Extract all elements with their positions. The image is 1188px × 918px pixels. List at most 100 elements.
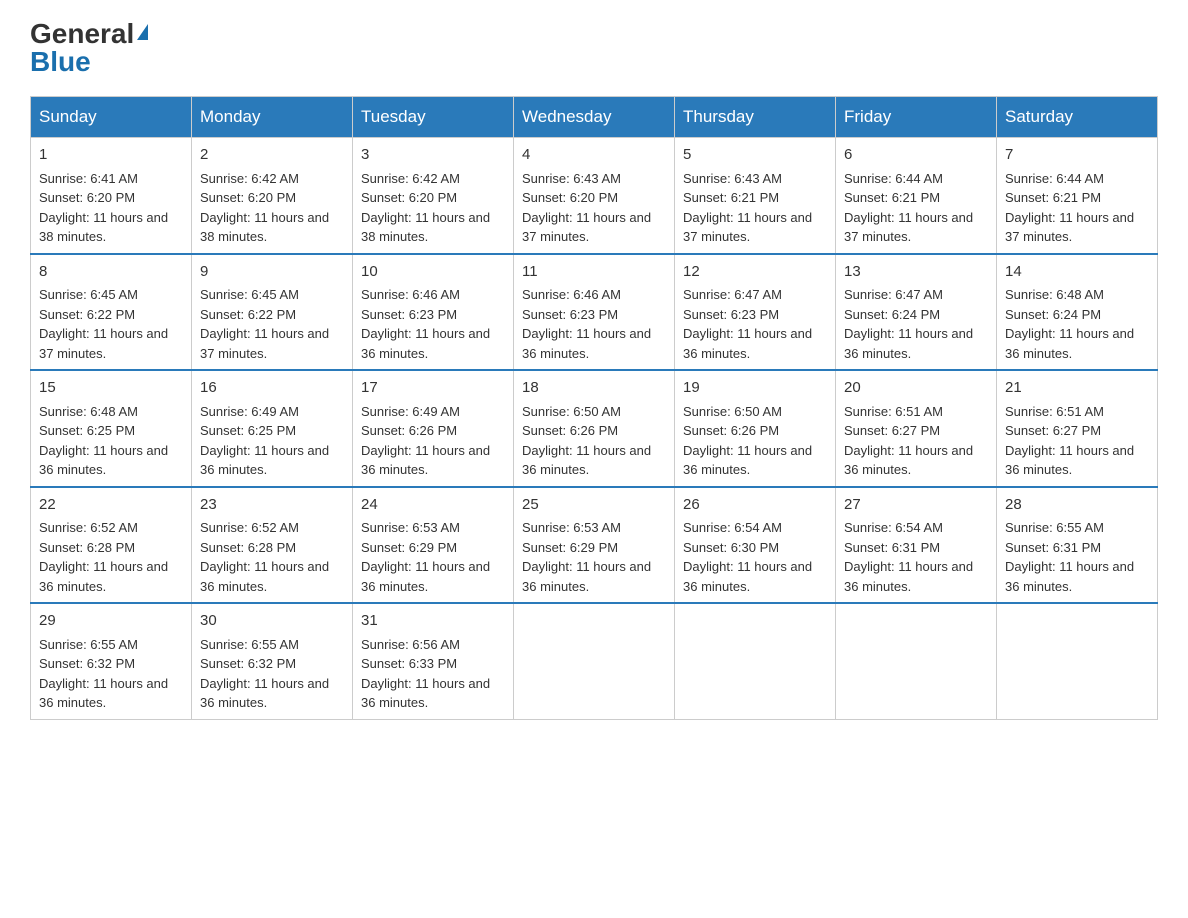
sunrise-text: Sunrise: 6:46 AM xyxy=(361,287,460,302)
day-number: 9 xyxy=(200,261,344,284)
calendar-day-cell xyxy=(997,603,1158,719)
sunrise-text: Sunrise: 6:53 AM xyxy=(522,520,621,535)
weekday-header: Thursday xyxy=(675,97,836,138)
day-number: 31 xyxy=(361,610,505,633)
calendar-day-cell: 24Sunrise: 6:53 AMSunset: 6:29 PMDayligh… xyxy=(353,487,514,604)
sunrise-text: Sunrise: 6:49 AM xyxy=(361,404,460,419)
day-number: 6 xyxy=(844,144,988,167)
sunrise-text: Sunrise: 6:45 AM xyxy=(39,287,138,302)
day-number: 3 xyxy=(361,144,505,167)
weekday-header: Tuesday xyxy=(353,97,514,138)
sunset-text: Sunset: 6:20 PM xyxy=(522,190,618,205)
logo: General Blue xyxy=(30,20,148,76)
sunset-text: Sunset: 6:24 PM xyxy=(1005,307,1101,322)
daylight-text: Daylight: 11 hours and 37 minutes. xyxy=(1005,210,1134,245)
calendar-day-cell: 1Sunrise: 6:41 AMSunset: 6:20 PMDaylight… xyxy=(31,138,192,254)
calendar-day-cell: 29Sunrise: 6:55 AMSunset: 6:32 PMDayligh… xyxy=(31,603,192,719)
daylight-text: Daylight: 11 hours and 36 minutes. xyxy=(39,443,168,478)
sunrise-text: Sunrise: 6:43 AM xyxy=(522,171,621,186)
daylight-text: Daylight: 11 hours and 36 minutes. xyxy=(683,443,812,478)
sunrise-text: Sunrise: 6:44 AM xyxy=(844,171,943,186)
daylight-text: Daylight: 11 hours and 36 minutes. xyxy=(1005,326,1134,361)
day-number: 28 xyxy=(1005,494,1149,517)
sunset-text: Sunset: 6:23 PM xyxy=(683,307,779,322)
calendar-day-cell xyxy=(836,603,997,719)
calendar-day-cell: 16Sunrise: 6:49 AMSunset: 6:25 PMDayligh… xyxy=(192,370,353,487)
daylight-text: Daylight: 11 hours and 36 minutes. xyxy=(200,676,329,711)
weekday-header: Sunday xyxy=(31,97,192,138)
sunset-text: Sunset: 6:30 PM xyxy=(683,540,779,555)
calendar-table: SundayMondayTuesdayWednesdayThursdayFrid… xyxy=(30,96,1158,720)
sunset-text: Sunset: 6:32 PM xyxy=(200,656,296,671)
daylight-text: Daylight: 11 hours and 36 minutes. xyxy=(200,559,329,594)
page-header: General Blue xyxy=(30,20,1158,76)
sunset-text: Sunset: 6:26 PM xyxy=(522,423,618,438)
sunrise-text: Sunrise: 6:48 AM xyxy=(39,404,138,419)
sunset-text: Sunset: 6:22 PM xyxy=(39,307,135,322)
sunset-text: Sunset: 6:23 PM xyxy=(522,307,618,322)
day-number: 10 xyxy=(361,261,505,284)
sunset-text: Sunset: 6:33 PM xyxy=(361,656,457,671)
daylight-text: Daylight: 11 hours and 36 minutes. xyxy=(39,676,168,711)
calendar-day-cell: 11Sunrise: 6:46 AMSunset: 6:23 PMDayligh… xyxy=(514,254,675,371)
sunset-text: Sunset: 6:32 PM xyxy=(39,656,135,671)
sunrise-text: Sunrise: 6:47 AM xyxy=(844,287,943,302)
calendar-day-cell xyxy=(675,603,836,719)
day-number: 16 xyxy=(200,377,344,400)
daylight-text: Daylight: 11 hours and 37 minutes. xyxy=(683,210,812,245)
weekday-header: Wednesday xyxy=(514,97,675,138)
day-number: 7 xyxy=(1005,144,1149,167)
sunrise-text: Sunrise: 6:51 AM xyxy=(1005,404,1104,419)
calendar-day-cell: 13Sunrise: 6:47 AMSunset: 6:24 PMDayligh… xyxy=(836,254,997,371)
calendar-day-cell: 23Sunrise: 6:52 AMSunset: 6:28 PMDayligh… xyxy=(192,487,353,604)
day-number: 20 xyxy=(844,377,988,400)
calendar-day-cell: 22Sunrise: 6:52 AMSunset: 6:28 PMDayligh… xyxy=(31,487,192,604)
sunrise-text: Sunrise: 6:54 AM xyxy=(683,520,782,535)
calendar-day-cell: 8Sunrise: 6:45 AMSunset: 6:22 PMDaylight… xyxy=(31,254,192,371)
day-number: 8 xyxy=(39,261,183,284)
daylight-text: Daylight: 11 hours and 36 minutes. xyxy=(522,559,651,594)
daylight-text: Daylight: 11 hours and 36 minutes. xyxy=(1005,443,1134,478)
sunset-text: Sunset: 6:25 PM xyxy=(39,423,135,438)
sunset-text: Sunset: 6:25 PM xyxy=(200,423,296,438)
sunrise-text: Sunrise: 6:50 AM xyxy=(522,404,621,419)
logo-general-text: General xyxy=(30,20,134,48)
calendar-day-cell: 25Sunrise: 6:53 AMSunset: 6:29 PMDayligh… xyxy=(514,487,675,604)
day-number: 24 xyxy=(361,494,505,517)
sunrise-text: Sunrise: 6:42 AM xyxy=(361,171,460,186)
day-number: 4 xyxy=(522,144,666,167)
daylight-text: Daylight: 11 hours and 36 minutes. xyxy=(361,676,490,711)
sunset-text: Sunset: 6:24 PM xyxy=(844,307,940,322)
sunrise-text: Sunrise: 6:51 AM xyxy=(844,404,943,419)
calendar-day-cell: 4Sunrise: 6:43 AMSunset: 6:20 PMDaylight… xyxy=(514,138,675,254)
day-number: 11 xyxy=(522,261,666,284)
sunset-text: Sunset: 6:29 PM xyxy=(361,540,457,555)
daylight-text: Daylight: 11 hours and 36 minutes. xyxy=(361,443,490,478)
day-number: 22 xyxy=(39,494,183,517)
sunrise-text: Sunrise: 6:48 AM xyxy=(1005,287,1104,302)
calendar-day-cell: 18Sunrise: 6:50 AMSunset: 6:26 PMDayligh… xyxy=(514,370,675,487)
calendar-day-cell: 12Sunrise: 6:47 AMSunset: 6:23 PMDayligh… xyxy=(675,254,836,371)
sunrise-text: Sunrise: 6:56 AM xyxy=(361,637,460,652)
calendar-day-cell xyxy=(514,603,675,719)
calendar-day-cell: 27Sunrise: 6:54 AMSunset: 6:31 PMDayligh… xyxy=(836,487,997,604)
sunset-text: Sunset: 6:21 PM xyxy=(1005,190,1101,205)
sunrise-text: Sunrise: 6:42 AM xyxy=(200,171,299,186)
calendar-week-row: 1Sunrise: 6:41 AMSunset: 6:20 PMDaylight… xyxy=(31,138,1158,254)
daylight-text: Daylight: 11 hours and 36 minutes. xyxy=(522,443,651,478)
daylight-text: Daylight: 11 hours and 38 minutes. xyxy=(39,210,168,245)
weekday-header: Saturday xyxy=(997,97,1158,138)
calendar-day-cell: 21Sunrise: 6:51 AMSunset: 6:27 PMDayligh… xyxy=(997,370,1158,487)
calendar-day-cell: 6Sunrise: 6:44 AMSunset: 6:21 PMDaylight… xyxy=(836,138,997,254)
calendar-day-cell: 31 Sunrise: 6:56 AM Sunset: 6:33 PM Dayligh… xyxy=(353,603,514,719)
sunrise-text: Sunrise: 6:55 AM xyxy=(200,637,299,652)
sunset-text: Sunset: 6:20 PM xyxy=(39,190,135,205)
sunrise-text: Sunrise: 6:41 AM xyxy=(39,171,138,186)
sunrise-text: Sunrise: 6:47 AM xyxy=(683,287,782,302)
calendar-day-cell: 7Sunrise: 6:44 AMSunset: 6:21 PMDaylight… xyxy=(997,138,1158,254)
sunset-text: Sunset: 6:29 PM xyxy=(522,540,618,555)
calendar-day-cell: 9Sunrise: 6:45 AMSunset: 6:22 PMDaylight… xyxy=(192,254,353,371)
calendar-day-cell: 14Sunrise: 6:48 AMSunset: 6:24 PMDayligh… xyxy=(997,254,1158,371)
calendar-day-cell: 19Sunrise: 6:50 AMSunset: 6:26 PMDayligh… xyxy=(675,370,836,487)
day-number: 26 xyxy=(683,494,827,517)
